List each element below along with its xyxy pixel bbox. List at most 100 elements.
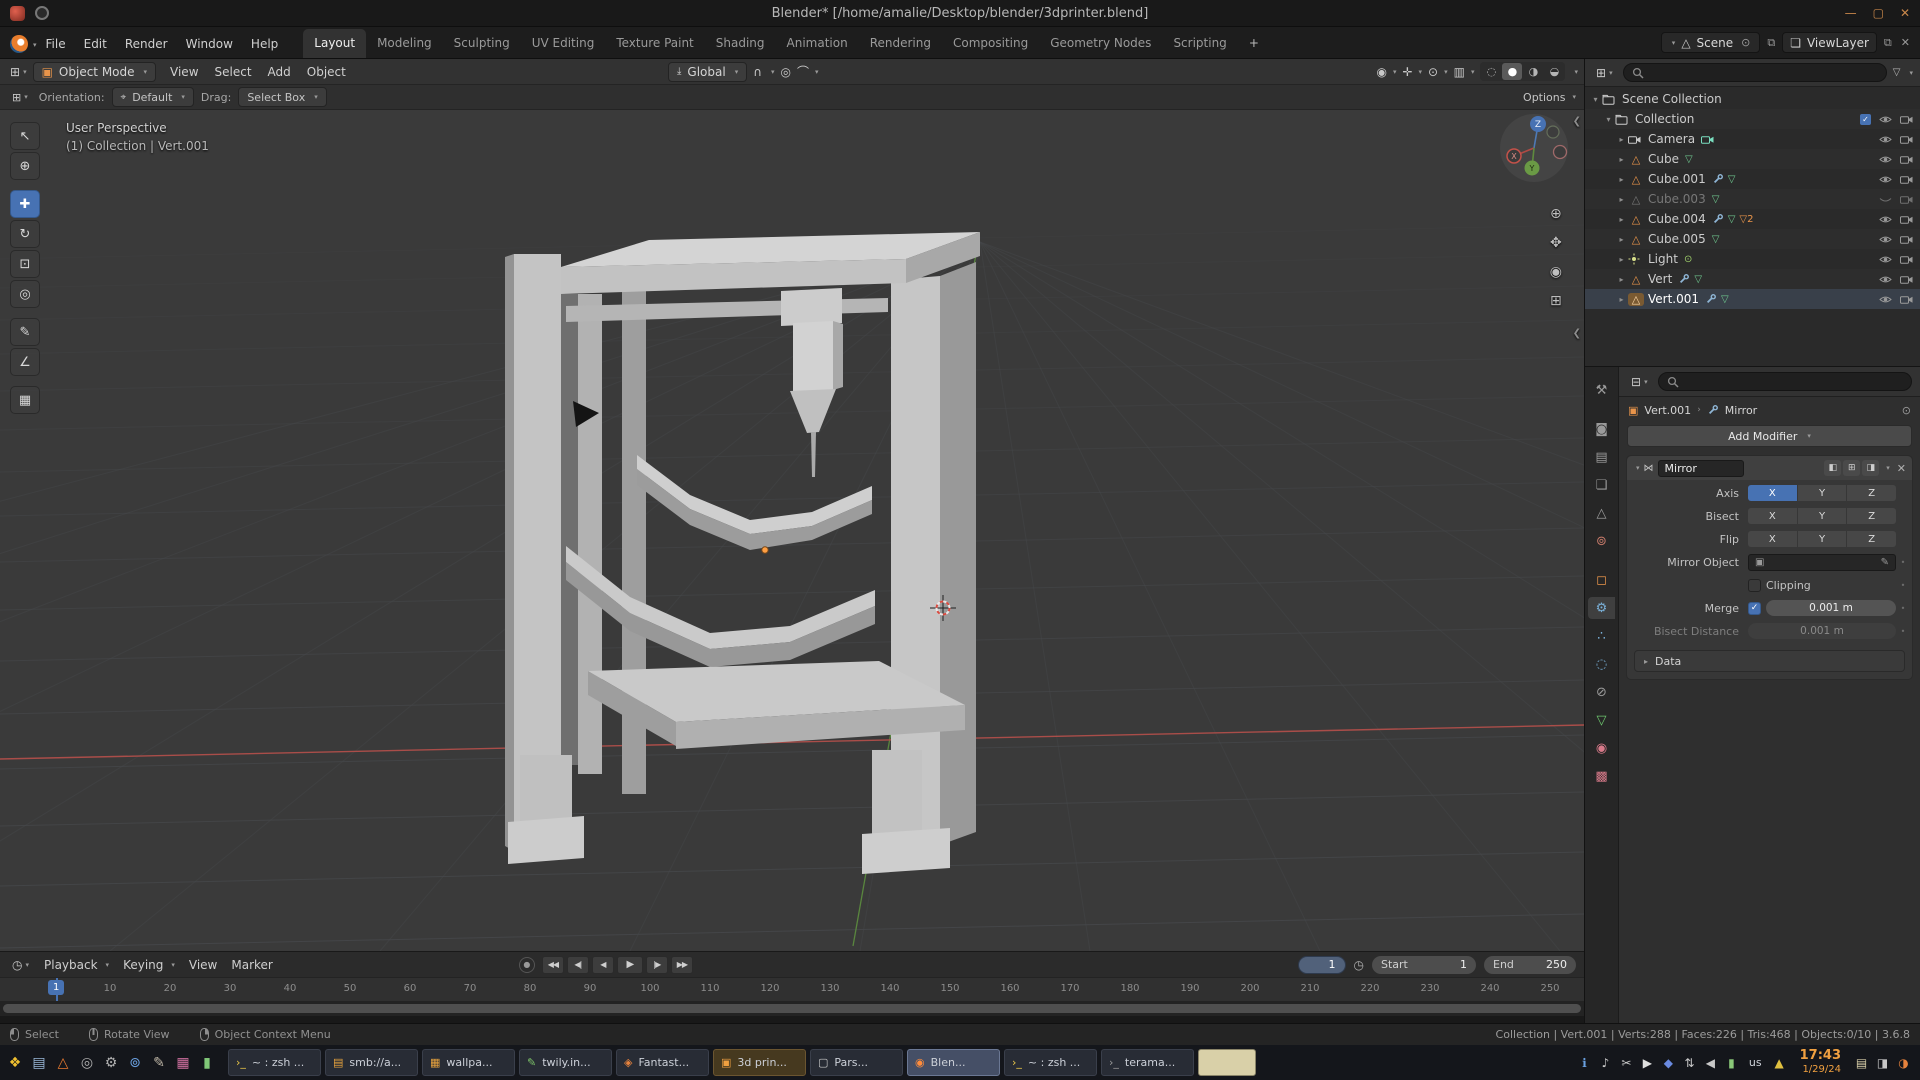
current-frame-field[interactable]: 1	[1298, 956, 1346, 974]
options-dropdown[interactable]: Options ▾	[1523, 91, 1576, 104]
merge-threshold-field[interactable]: 0.001 m	[1766, 600, 1896, 616]
viewport-menu-object[interactable]: Object	[299, 61, 354, 83]
disable-in-renders-icon[interactable]	[1900, 294, 1913, 304]
scene-selector[interactable]: ▾ △ Scene ⊙	[1661, 32, 1761, 53]
maximize-icon[interactable]: ▢	[1873, 6, 1884, 20]
disclosure-icon[interactable]: ▸	[1615, 135, 1628, 144]
flip-y-button[interactable]: Y	[1798, 531, 1847, 547]
properties-tab-object[interactable]: ◻	[1588, 569, 1615, 591]
flip-z-button[interactable]: Z	[1847, 531, 1896, 547]
timeline-menu-keying[interactable]: Keying▾	[116, 954, 182, 976]
viewlayer-selector[interactable]: ❏ ViewLayer	[1782, 32, 1877, 53]
outliner-item-vert-001[interactable]: ▸△Vert.001▽	[1585, 289, 1920, 309]
launcher-media-player-icon[interactable]: △	[54, 1055, 72, 1071]
outliner-item-cube-005[interactable]: ▸△Cube.005▽	[1585, 229, 1920, 249]
properties-tab-object-data[interactable]: ▽	[1588, 709, 1615, 731]
menu-edit[interactable]: Edit	[75, 30, 116, 58]
playhead[interactable]: 1	[56, 978, 58, 1001]
add-workspace-button[interactable]: +	[1238, 29, 1270, 58]
disclosure-icon[interactable]: ▸	[1615, 235, 1628, 244]
workspace-tab-modeling[interactable]: Modeling	[366, 29, 443, 58]
launcher-color-picker-icon[interactable]: ▦	[174, 1055, 192, 1071]
taskbar-window-3d-prin-6[interactable]: ▣3d prin...	[713, 1049, 806, 1076]
play-reverse-button[interactable]: ◀	[592, 956, 614, 974]
menu-file[interactable]: File	[37, 30, 75, 58]
outliner-editor-icon[interactable]: ⊞▾	[1592, 66, 1617, 80]
workspace-tab-uv-editing[interactable]: UV Editing	[521, 29, 606, 58]
outliner-item-cube-003[interactable]: ▸△Cube.003▽	[1585, 189, 1920, 209]
axis-x-button[interactable]: X	[1748, 485, 1797, 501]
flip-x-button[interactable]: X	[1748, 531, 1797, 547]
tray-notes-icon[interactable]: ▤	[1851, 1056, 1872, 1070]
timeline-scrollbar[interactable]	[0, 1001, 1584, 1016]
tray-volume-icon[interactable]: ◀	[1700, 1056, 1721, 1070]
axis-y-button[interactable]: Y	[1798, 485, 1847, 501]
workspace-tab-texture-paint[interactable]: Texture Paint	[605, 29, 704, 58]
properties-tab-material[interactable]: ◉	[1588, 737, 1615, 759]
viewport-menu-add[interactable]: Add	[260, 61, 299, 83]
realtime-display-icon[interactable]: ⊞	[1843, 460, 1860, 476]
modifier-name-field[interactable]: Mirror	[1658, 460, 1744, 477]
shading-material-icon[interactable]: ◑	[1523, 63, 1543, 80]
launcher-image-editor-icon[interactable]: ✎	[150, 1055, 168, 1071]
cursor-tool[interactable]: ⊕	[10, 152, 40, 180]
workspace-tab-rendering[interactable]: Rendering	[859, 29, 942, 58]
disclosure-icon[interactable]: ▾	[1602, 115, 1615, 124]
drag-dropdown[interactable]: Select Box ▾	[238, 87, 326, 107]
modifier-extras-icon[interactable]: ▾	[1886, 464, 1890, 472]
hide-in-viewport-icon[interactable]	[1879, 134, 1892, 145]
disable-in-renders-icon[interactable]	[1900, 254, 1913, 264]
viewport-menu-select[interactable]: Select	[207, 61, 260, 83]
tray-music-icon[interactable]: ♪	[1595, 1056, 1616, 1070]
measure-tool[interactable]: ∠	[10, 348, 40, 376]
transform-tool[interactable]: ◎	[10, 280, 40, 308]
outliner-item-cube-001[interactable]: ▸△Cube.001▽	[1585, 169, 1920, 189]
outliner-item-collection[interactable]: ▾Collection✓	[1585, 109, 1920, 129]
disable-in-renders-icon[interactable]	[1900, 174, 1913, 184]
properties-tab-particles[interactable]: ∴	[1588, 625, 1615, 647]
tray-media-play-icon[interactable]: ▶	[1637, 1056, 1658, 1070]
taskbar-window-smb-a-2[interactable]: ▤smb://a...	[325, 1049, 418, 1076]
play-button[interactable]: ▶	[617, 956, 643, 974]
sidebar-collapse-icon[interactable]: ❮	[1573, 116, 1581, 127]
hide-in-viewport-icon[interactable]	[1879, 154, 1892, 165]
taskbar-window-untitled-11[interactable]	[1198, 1049, 1256, 1076]
move-tool[interactable]: ✚	[10, 190, 40, 218]
timeline-menu-playback[interactable]: Playback▾	[37, 954, 116, 976]
rotate-tool[interactable]: ↻	[10, 220, 40, 248]
tray-screenshot-icon[interactable]: ◨	[1872, 1056, 1893, 1070]
properties-tab-view-layer[interactable]: ❏	[1588, 474, 1615, 496]
taskbar-window-blen-8[interactable]: ◉Blen...	[907, 1049, 1000, 1076]
timeline-menu-view[interactable]: View	[182, 954, 224, 976]
menu-help[interactable]: Help	[242, 30, 287, 58]
new-viewlayer-icon[interactable]: ⧉	[1882, 36, 1894, 50]
disable-in-renders-icon[interactable]	[1900, 274, 1913, 284]
proportional-edit-icon[interactable]: ◎	[781, 65, 791, 79]
disclosure-icon[interactable]: ▸	[1615, 155, 1628, 164]
outliner-item-cube[interactable]: ▸△Cube▽	[1585, 149, 1920, 169]
properties-search-input[interactable]	[1658, 372, 1912, 391]
use-preview-range-icon[interactable]: ◷	[1354, 958, 1364, 972]
shading-solid-icon[interactable]: ●	[1502, 63, 1522, 80]
outliner-item-vert[interactable]: ▸△Vert▽	[1585, 269, 1920, 289]
workspace-tab-geometry-nodes[interactable]: Geometry Nodes	[1039, 29, 1162, 58]
tray-info-icon[interactable]: ℹ	[1574, 1056, 1595, 1070]
viewport-menu-view[interactable]: View	[162, 61, 206, 83]
perspective-toggle-icon[interactable]: ⊞	[1550, 293, 1562, 309]
launcher-settings-icon[interactable]: ⚙	[102, 1055, 120, 1071]
disable-in-renders-icon[interactable]	[1900, 114, 1913, 124]
disclosure-icon[interactable]: ▾	[1589, 95, 1602, 104]
show-hide-icon[interactable]: ◉▾	[1376, 65, 1396, 79]
timeline-ruler[interactable]: 1020304050607080901001101201301401501601…	[0, 977, 1584, 1001]
zoom-icon[interactable]: ⊕	[1550, 206, 1562, 222]
panel-collapse-icon[interactable]: ❮	[1573, 328, 1581, 339]
navigation-gizmo[interactable]: Z X Y	[1498, 112, 1570, 184]
launcher-recorder-icon[interactable]: ◎	[78, 1055, 96, 1071]
workspace-tab-scripting[interactable]: Scripting	[1162, 29, 1237, 58]
frame-end-field[interactable]: End 250	[1484, 956, 1576, 974]
mode-selector[interactable]: ▣ Object Mode ▾	[33, 62, 156, 82]
properties-tab-modifiers[interactable]: ⚙	[1588, 597, 1615, 619]
disclosure-icon[interactable]: ▸	[1615, 195, 1628, 204]
timeline-editor-icon[interactable]: ◷▾	[8, 958, 33, 972]
new-scene-icon[interactable]: ⧉	[1765, 36, 1777, 50]
